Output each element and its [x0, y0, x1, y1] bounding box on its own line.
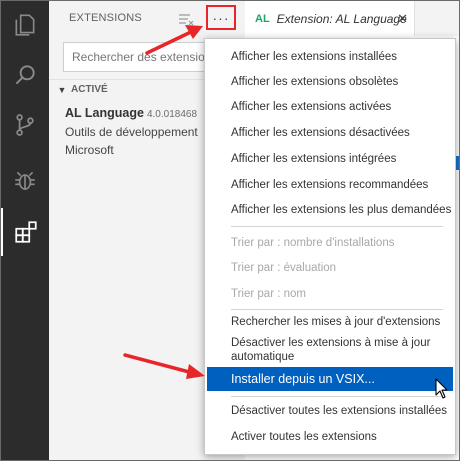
- menu-item-show-enabled[interactable]: Afficher les extensions activées: [205, 95, 455, 119]
- menu-item-show-builtin[interactable]: Afficher les extensions intégrées: [205, 147, 455, 171]
- extensions-icon[interactable]: [1, 208, 49, 256]
- more-actions-menu: Afficher les extensions installées Affic…: [204, 38, 456, 455]
- extension-name-row: AL Language 4.0.018468: [65, 106, 197, 120]
- menu-item-enable-all[interactable]: Activer toutes les extensions: [205, 425, 455, 449]
- search-icon[interactable]: [1, 51, 49, 99]
- close-icon[interactable]: ✕: [397, 11, 408, 27]
- menu-item-show-recommended[interactable]: Afficher les extensions recommandées: [205, 173, 455, 197]
- debug-icon[interactable]: [1, 157, 49, 205]
- section-label: ACTIVÉ: [71, 84, 108, 95]
- menu-item-disable-auto-update[interactable]: Désactiver les extensions à mise à jour …: [205, 335, 455, 371]
- menu-item-disable-all[interactable]: Désactiver toutes les extensions install…: [205, 399, 455, 423]
- menu-item-sort-rating: Trier par : évaluation: [231, 262, 337, 274]
- activity-bar: [1, 1, 49, 460]
- menu-item-show-popular[interactable]: Afficher les extensions les plus demandé…: [205, 198, 455, 222]
- chevron-down-icon: ▼: [57, 84, 67, 95]
- menu-item-show-disabled[interactable]: Afficher les extensions désactivées: [205, 121, 455, 145]
- menu-item-sort-installs: Trier par : nombre d'installations: [231, 237, 395, 249]
- editor-tab-bar: AL Extension: AL Language ✕: [245, 1, 459, 36]
- sidebar-title: EXTENSIONS: [69, 12, 142, 24]
- menu-separator: [231, 226, 443, 227]
- menu-item-show-outdated[interactable]: Afficher les extensions obsolètes: [205, 70, 455, 94]
- explorer-icon[interactable]: [1, 1, 49, 49]
- red-arrow-annotation: [123, 353, 205, 379]
- menu-item-sort-name: Trier par : nom: [231, 288, 306, 300]
- al-file-icon: AL: [255, 12, 270, 25]
- mouse-cursor-icon: [435, 378, 448, 399]
- menu-item-show-installed[interactable]: Afficher les extensions installées: [205, 45, 455, 69]
- menu-item-check-updates[interactable]: Rechercher les mises à jour d'extensions: [205, 310, 455, 334]
- source-control-icon[interactable]: [1, 101, 49, 149]
- extension-publisher: Microsoft: [65, 143, 114, 157]
- red-arrow-annotation: [145, 25, 203, 55]
- tab-label: Extension: AL Language: [276, 11, 407, 26]
- menu-separator: [231, 396, 443, 397]
- extension-description: Outils de développement: [65, 125, 198, 139]
- vscode-window: EXTENSIONS ··· Rechercher des extensions…: [0, 0, 460, 461]
- extension-version: 4.0.018468: [146, 109, 198, 120]
- extension-name: AL Language: [65, 106, 144, 120]
- tab-extension-al-language[interactable]: AL Extension: AL Language ✕: [245, 1, 415, 36]
- menu-item-install-from-vsix[interactable]: Installer depuis un VSIX...: [207, 367, 453, 391]
